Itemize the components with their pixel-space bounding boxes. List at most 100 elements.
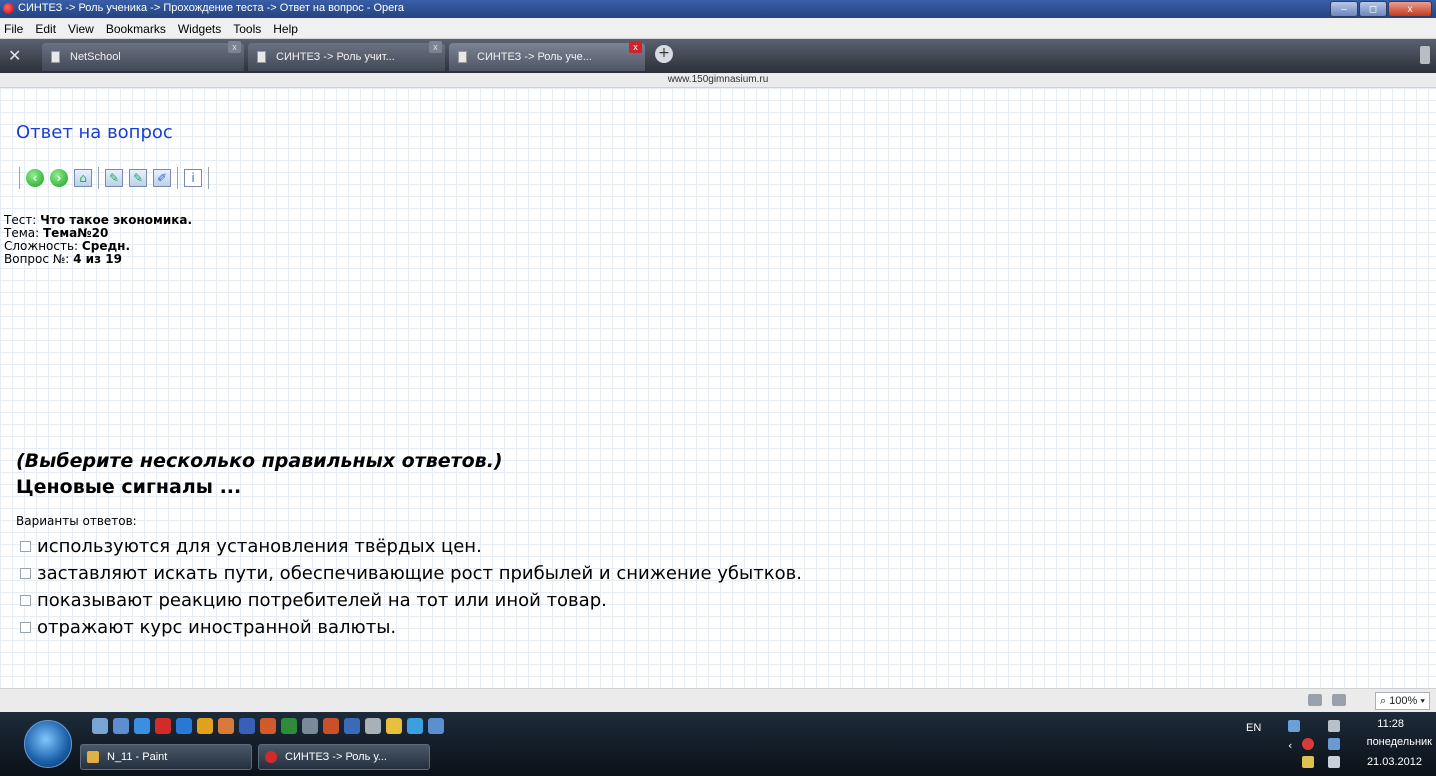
tab-close-icon[interactable]: x — [629, 41, 642, 53]
back-button[interactable]: ‹ — [25, 168, 45, 188]
view-icon[interactable] — [1332, 694, 1346, 706]
zoom-control[interactable]: ⌕ 100% ▾ — [1374, 692, 1430, 710]
tab-label: NetSchool — [70, 51, 121, 63]
menu-bookmarks[interactable]: Bookmarks — [100, 19, 172, 39]
info-button[interactable]: i — [183, 168, 203, 188]
minimize-button[interactable]: – — [1330, 1, 1358, 17]
status-bar: ⌕ 100% ▾ — [0, 688, 1436, 713]
opera-icon[interactable] — [155, 718, 171, 734]
tab-sintez-student[interactable]: СИНТЕЗ -> Роль уче... x — [449, 41, 645, 71]
excel-icon[interactable] — [281, 718, 297, 734]
topic-label: Тема: — [4, 226, 40, 240]
test-value: Что такое экономика. — [40, 213, 193, 227]
powerpoint-icon[interactable] — [260, 718, 276, 734]
window-switch-icon[interactable] — [113, 718, 129, 734]
menu-view[interactable]: View — [62, 19, 100, 39]
desktop-icon[interactable] — [92, 718, 108, 734]
page-content: Ответ на вопрос ‹ › ⌂ ✎ ✎ ✐ i Тест: Что … — [0, 88, 1436, 688]
address-bar[interactable]: www.150gimnasium.ru — [0, 73, 1436, 88]
answer-option[interactable]: отражают курс иностранной валюты. — [20, 614, 802, 641]
menu-edit[interactable]: Edit — [29, 19, 62, 39]
answer-checkbox[interactable] — [20, 568, 31, 579]
info-icon: i — [184, 169, 202, 187]
answer-option[interactable]: заставляют искать пути, обеспечивающие р… — [20, 560, 802, 587]
answer-checkbox[interactable] — [20, 541, 31, 552]
security-icon[interactable] — [1302, 738, 1314, 750]
tools-icon[interactable] — [1302, 756, 1314, 768]
answer-option[interactable]: показывают реакцию потребителей на тот и… — [20, 587, 802, 614]
task-label: СИНТЕЗ -> Роль у... — [285, 751, 387, 763]
calculator-icon[interactable] — [302, 718, 318, 734]
tab-label: СИНТЕЗ -> Роль учит... — [276, 51, 395, 63]
archive-icon[interactable] — [197, 718, 213, 734]
window-controls: – ◻ x — [1330, 1, 1432, 17]
tab-netschool[interactable]: NetSchool x — [42, 41, 244, 71]
mark-button[interactable]: ✎ — [104, 168, 124, 188]
answer-checkbox[interactable] — [20, 622, 31, 633]
folder-icon[interactable] — [386, 718, 402, 734]
word-icon[interactable] — [239, 718, 255, 734]
usb-icon[interactable] — [1328, 720, 1340, 732]
menu-bar: File Edit View Bookmarks Widgets Tools Help — [0, 18, 1436, 39]
pen-button[interactable]: ✐ — [152, 168, 172, 188]
address-text: www.150gimnasium.ru — [667, 74, 769, 85]
paint-icon — [87, 751, 99, 763]
clock-date: 21.03.2012 — [1366, 756, 1422, 768]
status-icons — [1308, 694, 1346, 706]
taskbar: N_11 - Paint СИНТЕЗ -> Роль у... EN ‹ 11… — [0, 712, 1436, 776]
app-icon[interactable] — [365, 718, 381, 734]
back-icon: ‹ — [26, 169, 44, 187]
tools-icon[interactable]: ✕ — [8, 47, 28, 65]
task-paint[interactable]: N_11 - Paint — [80, 744, 252, 770]
pen-icon: ✐ — [153, 169, 171, 187]
menu-help[interactable]: Help — [267, 19, 304, 39]
answer-option[interactable]: используются для установления твёрдых це… — [20, 533, 802, 560]
tab-bar: ✕ NetSchool x СИНТЕЗ -> Роль учит... x С… — [0, 39, 1436, 73]
toolbar-separator — [177, 167, 178, 189]
new-tab-button[interactable]: + — [655, 45, 673, 63]
opera-icon — [3, 3, 14, 14]
page-icon — [51, 51, 60, 63]
globe-icon[interactable] — [407, 718, 423, 734]
close-button[interactable]: x — [1388, 1, 1432, 17]
ie-icon[interactable] — [134, 718, 150, 734]
app-icon[interactable] — [218, 718, 234, 734]
quick-launch — [92, 718, 444, 734]
difficulty-label: Сложность: — [4, 239, 79, 253]
toolbar-separator — [208, 167, 209, 189]
mark-icon: ✎ — [105, 169, 123, 187]
menu-file[interactable]: File — [0, 19, 29, 39]
system-tray: EN ‹ 11:28 понедельник 21.03.2012 — [1236, 712, 1436, 776]
maximize-button[interactable]: ◻ — [1359, 1, 1387, 17]
question-number-label: Вопрос №: — [4, 252, 70, 266]
page-icon — [257, 51, 266, 63]
menu-tools[interactable]: Tools — [227, 19, 267, 39]
tab-close-icon[interactable]: x — [429, 41, 442, 53]
mark-next-button[interactable]: ✎ — [128, 168, 148, 188]
network-icon[interactable] — [1288, 720, 1300, 732]
answer-checkbox[interactable] — [20, 595, 31, 606]
forward-button[interactable]: › — [49, 168, 69, 188]
windows-icon[interactable] — [1328, 738, 1340, 750]
trash-icon[interactable] — [1420, 46, 1430, 64]
task-opera[interactable]: СИНТЕЗ -> Роль у... — [258, 744, 430, 770]
volume-icon[interactable] — [1328, 756, 1340, 768]
toolbar-separator — [19, 167, 20, 189]
task-label: N_11 - Paint — [107, 751, 168, 763]
network-icon[interactable] — [1308, 694, 1322, 706]
home-button[interactable]: ⌂ — [73, 168, 93, 188]
app-icon[interactable] — [344, 718, 360, 734]
media-icon[interactable] — [176, 718, 192, 734]
tab-sintez-teacher[interactable]: СИНТЕЗ -> Роль учит... x — [248, 41, 445, 71]
tray-expand-icon[interactable]: ‹ — [1288, 740, 1300, 752]
tab-close-icon[interactable]: x — [228, 41, 241, 53]
tool-icon[interactable] — [323, 718, 339, 734]
menu-widgets[interactable]: Widgets — [172, 19, 227, 39]
home-icon: ⌂ — [74, 169, 92, 187]
clock-time[interactable]: 11:28 — [1377, 718, 1404, 730]
test-info: Тест: Что такое экономика. Тема: Тема№20… — [4, 214, 192, 266]
language-indicator[interactable]: EN — [1246, 722, 1261, 734]
paint-icon[interactable] — [428, 718, 444, 734]
clock-day: понедельник — [1366, 736, 1432, 748]
start-button[interactable] — [24, 720, 72, 768]
